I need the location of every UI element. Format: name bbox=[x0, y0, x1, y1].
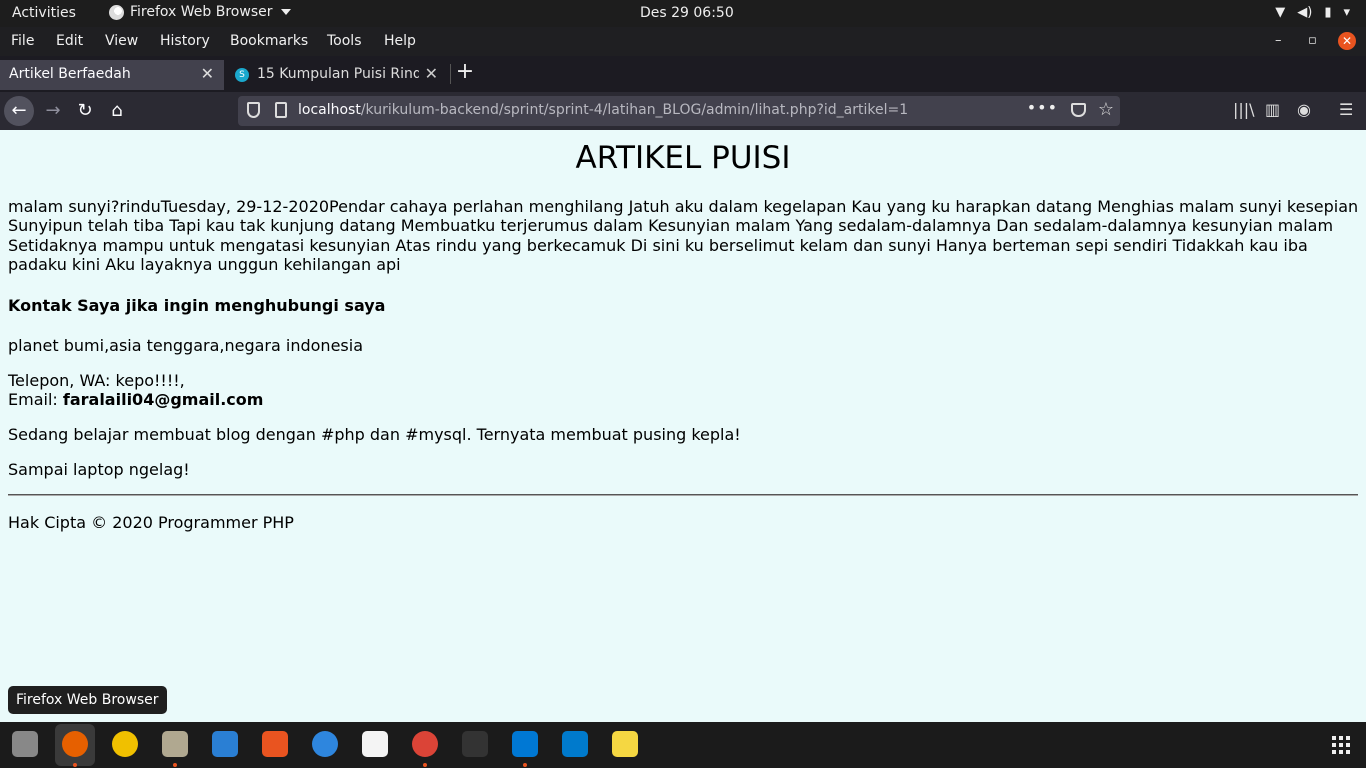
text-editor-icon[interactable] bbox=[362, 731, 388, 757]
menu-file[interactable]: File bbox=[11, 33, 34, 49]
page-info-icon[interactable] bbox=[275, 102, 287, 118]
help-icon[interactable] bbox=[312, 731, 338, 757]
menu-help[interactable]: Help bbox=[384, 33, 416, 49]
home-button[interactable]: ⌂ bbox=[102, 96, 132, 126]
firefox-icon bbox=[109, 4, 124, 20]
battery-icon: ▮ bbox=[1324, 5, 1332, 20]
files-icon[interactable] bbox=[162, 731, 188, 757]
vscode-insiders-icon[interactable] bbox=[562, 731, 588, 757]
library-icon[interactable]: |||\ bbox=[1233, 100, 1255, 119]
phone-text: Telepon, WA: kepo!!!!, bbox=[8, 371, 185, 390]
menu-history[interactable]: History bbox=[160, 33, 210, 49]
contact-info: Telepon, WA: kepo!!!!, Email: faralaili0… bbox=[8, 371, 263, 410]
wifi-icon: ▼ bbox=[1275, 5, 1286, 20]
clock[interactable]: Des 29 06:50 bbox=[640, 5, 734, 21]
new-tab-button[interactable]: + bbox=[455, 59, 475, 84]
blurb-text-2: Sampai laptop ngelag! bbox=[8, 460, 190, 479]
url-text[interactable]: localhost/kurikulum-backend/sprint/sprin… bbox=[298, 102, 908, 118]
footer-copyright: Hak Cipta © 2020 Programmer PHP bbox=[8, 513, 294, 532]
maximize-icon[interactable]: ▫ bbox=[1308, 33, 1317, 48]
back-button[interactable]: ← bbox=[4, 96, 34, 126]
article-body: malam sunyi?rinduTuesday, 29-12-2020Pend… bbox=[8, 197, 1359, 274]
email-label: Email: bbox=[8, 390, 63, 410]
system-top-bar: Activities Firefox Web Browser Des 29 06… bbox=[0, 0, 1366, 27]
page-content: ARTIKEL PUISI malam sunyi?rinduTuesday, … bbox=[0, 130, 1366, 722]
tab-kumpulan-puisi[interactable]: S 15 Kumpulan Puisi Rindu ✕ bbox=[226, 60, 444, 90]
tab-separator bbox=[450, 64, 451, 84]
divider bbox=[8, 494, 1358, 496]
bookmark-star-icon[interactable]: ☆ bbox=[1098, 99, 1114, 120]
running-indicator bbox=[523, 763, 527, 767]
navigation-toolbar: ← → ↻ ⌂ localhost/kurikulum-backend/spri… bbox=[0, 92, 1366, 130]
hamburger-menu-icon[interactable]: ☰ bbox=[1339, 100, 1353, 119]
pocket-icon[interactable] bbox=[1071, 103, 1086, 117]
close-window-button[interactable]: ✕ bbox=[1338, 32, 1356, 50]
reload-button[interactable]: ↻ bbox=[70, 96, 100, 126]
forward-button[interactable]: → bbox=[38, 96, 68, 126]
chevron-down-icon: ▾ bbox=[1343, 5, 1350, 20]
dock-tooltip: Firefox Web Browser bbox=[8, 686, 167, 714]
close-icon[interactable]: ✕ bbox=[425, 64, 438, 83]
tux-icon[interactable] bbox=[612, 731, 638, 757]
blurb-text: Sedang belajar membuat blog dengan #php … bbox=[8, 425, 741, 444]
menu-bar: File Edit View History Bookmarks Tools H… bbox=[0, 27, 1366, 56]
running-indicator bbox=[173, 763, 177, 767]
chrome-icon[interactable] bbox=[412, 731, 438, 757]
menu-tools[interactable]: Tools bbox=[327, 33, 362, 49]
software-icon[interactable] bbox=[262, 731, 288, 757]
address-text: planet bumi,asia tenggara,negara indones… bbox=[8, 336, 363, 355]
tab-title: 15 Kumpulan Puisi Rindu bbox=[257, 66, 419, 82]
menu-edit[interactable]: Edit bbox=[56, 33, 83, 49]
chevron-down-icon bbox=[280, 9, 291, 15]
tab-artikel-berfaedah[interactable]: Artikel Berfaedah ✕ bbox=[0, 60, 224, 90]
system-status-area[interactable]: ▼ ◀) ▮ ▾ bbox=[1275, 5, 1350, 20]
menu-view[interactable]: View bbox=[105, 33, 138, 49]
activities-button[interactable]: Activities bbox=[12, 5, 76, 21]
close-icon[interactable]: ✕ bbox=[201, 64, 214, 83]
terminal-icon[interactable] bbox=[462, 731, 488, 757]
firefox-icon[interactable] bbox=[62, 731, 88, 757]
search-icon[interactable] bbox=[12, 731, 38, 757]
tab-strip: Artikel Berfaedah ✕ S 15 Kumpulan Puisi … bbox=[0, 56, 1366, 92]
url-bar[interactable]: localhost/kurikulum-backend/sprint/sprin… bbox=[238, 96, 1120, 126]
volume-icon: ◀) bbox=[1297, 5, 1313, 20]
dock bbox=[0, 722, 1366, 768]
app-menu[interactable]: Firefox Web Browser bbox=[109, 4, 291, 20]
minimize-icon[interactable]: – bbox=[1275, 33, 1282, 48]
sidebar-icon[interactable]: ▥ bbox=[1265, 100, 1280, 119]
url-path: /kurikulum-backend/sprint/sprint-4/latih… bbox=[360, 102, 909, 118]
page-actions-icon[interactable]: ••• bbox=[1027, 98, 1058, 117]
show-apps-icon[interactable] bbox=[1332, 736, 1350, 754]
contact-heading: Kontak Saya jika ingin menghubungi saya bbox=[8, 296, 386, 315]
tracking-protection-icon[interactable] bbox=[247, 102, 260, 118]
page-title: ARTIKEL PUISI bbox=[575, 140, 791, 176]
vscode-icon[interactable] bbox=[512, 731, 538, 757]
url-host: localhost bbox=[298, 102, 361, 118]
menu-bookmarks[interactable]: Bookmarks bbox=[230, 33, 308, 49]
rhythmbox-icon[interactable] bbox=[112, 731, 138, 757]
writer-icon[interactable] bbox=[212, 731, 238, 757]
favicon-icon: S bbox=[235, 68, 249, 82]
email-address: faralaili04@gmail.com bbox=[62, 390, 264, 410]
running-indicator bbox=[73, 763, 77, 767]
account-icon[interactable]: ◉ bbox=[1297, 100, 1311, 119]
tab-title: Artikel Berfaedah bbox=[9, 66, 131, 82]
app-menu-label: Firefox Web Browser bbox=[130, 4, 273, 20]
running-indicator bbox=[423, 763, 427, 767]
